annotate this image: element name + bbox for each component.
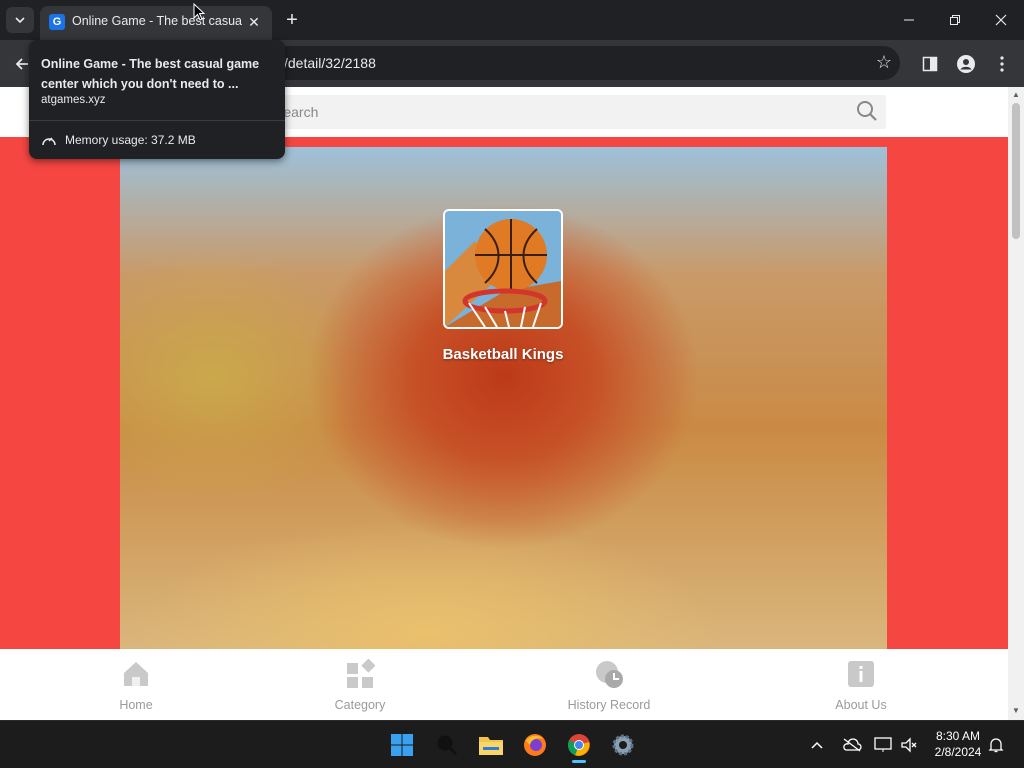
info-icon — [848, 661, 874, 687]
page-scrollbar[interactable]: ▲ ▼ — [1008, 87, 1024, 720]
close-window-button[interactable] — [978, 0, 1024, 40]
settings-button[interactable] — [606, 729, 640, 761]
system-clock[interactable]: 8:30 AM 2/8/2024 — [928, 728, 988, 760]
more-vertical-icon — [1000, 56, 1004, 72]
hover-card-domain: atgames.xyz — [41, 94, 106, 106]
volume-tray[interactable] — [900, 721, 918, 768]
nav-category-label: Category — [334, 698, 386, 712]
arrow-left-icon — [15, 58, 28, 70]
minimize-icon — [904, 19, 914, 21]
basketball-icon — [445, 211, 561, 327]
tab-close-button[interactable]: ✕ — [244, 12, 264, 32]
tab-strip: G Online Game - The best casual game cen… — [0, 0, 1024, 40]
bell-icon — [988, 738, 1004, 753]
firefox-button[interactable] — [518, 729, 552, 761]
chrome-button[interactable] — [562, 729, 596, 763]
mouse-cursor-icon — [193, 3, 205, 21]
hover-card-title: Online Game - The best casual game cente… — [41, 57, 260, 91]
restore-icon — [950, 15, 960, 25]
windows-icon — [391, 734, 413, 756]
taskbar-search-button[interactable] — [430, 729, 464, 761]
nav-home-label: Home — [119, 698, 153, 712]
scroll-up-icon[interactable]: ▲ — [1011, 90, 1021, 100]
bottom-navigation: Home Category History Record About Us — [0, 649, 1008, 720]
tab-title: Online Game - The best casual game cente… — [72, 14, 242, 28]
hover-card-memory: Memory usage: 37.2 MB — [65, 133, 196, 147]
start-button[interactable] — [385, 729, 419, 761]
volume-muted-icon — [901, 737, 917, 753]
page-viewport: Search Basketball Kings Home Category Hi… — [0, 87, 1008, 720]
browser-tab[interactable]: G Online Game - The best casual game cen… — [40, 6, 272, 40]
search-icon[interactable] — [856, 100, 878, 122]
network-icon — [874, 737, 892, 752]
cloud-off-icon — [843, 738, 862, 752]
network-tray[interactable] — [874, 721, 892, 768]
side-panel-button[interactable] — [918, 52, 942, 76]
nav-category[interactable]: Category — [300, 658, 420, 712]
category-icon — [347, 658, 376, 688]
minimize-button[interactable] — [886, 0, 932, 40]
bookmark-star-icon[interactable]: ☆ — [876, 52, 892, 73]
tab-search-button[interactable] — [6, 7, 34, 33]
clock-date: 2/8/2024 — [934, 745, 982, 759]
menu-button[interactable] — [990, 52, 1014, 76]
game-thumbnail[interactable] — [443, 209, 563, 329]
chevron-up-icon — [811, 741, 823, 749]
notifications-button[interactable] — [988, 721, 1004, 768]
side-panel-icon — [922, 56, 938, 72]
hover-card-divider — [29, 120, 285, 121]
nav-about-label: About Us — [835, 698, 887, 712]
search-input[interactable]: Search — [260, 95, 886, 129]
firefox-icon — [524, 734, 546, 756]
memory-gauge-icon — [42, 137, 56, 146]
site-favicon-icon: G — [49, 14, 65, 30]
chevron-down-icon — [15, 17, 25, 24]
nav-history[interactable]: History Record — [549, 659, 669, 712]
game-title: Basketball Kings — [442, 346, 564, 363]
clock-time: 8:30 AM — [935, 729, 981, 743]
new-tab-button[interactable]: + — [280, 8, 304, 32]
gear-icon — [612, 734, 634, 756]
nav-about[interactable]: About Us — [801, 659, 921, 712]
chrome-icon — [567, 734, 590, 756]
history-icon — [596, 661, 623, 688]
close-icon — [995, 14, 1007, 26]
tab-hover-card: Online Game - The best casual game cente… — [29, 40, 285, 159]
scroll-down-icon[interactable]: ▼ — [1011, 706, 1021, 716]
nav-history-label: History Record — [567, 698, 651, 712]
file-explorer-button[interactable] — [474, 729, 508, 761]
onedrive-tray[interactable] — [842, 721, 862, 768]
windows-taskbar: 8:30 AM 2/8/2024 — [0, 720, 1024, 768]
restore-button[interactable] — [932, 0, 978, 40]
tray-overflow-button[interactable] — [810, 721, 824, 768]
profile-icon — [957, 55, 975, 73]
folder-icon — [479, 737, 503, 755]
scroll-thumb[interactable] — [1012, 103, 1020, 239]
address-url: /detail/32/2188 — [284, 55, 376, 71]
home-icon — [124, 662, 148, 686]
profile-button[interactable] — [954, 52, 978, 76]
nav-home[interactable]: Home — [76, 659, 196, 712]
search-icon — [437, 735, 458, 756]
